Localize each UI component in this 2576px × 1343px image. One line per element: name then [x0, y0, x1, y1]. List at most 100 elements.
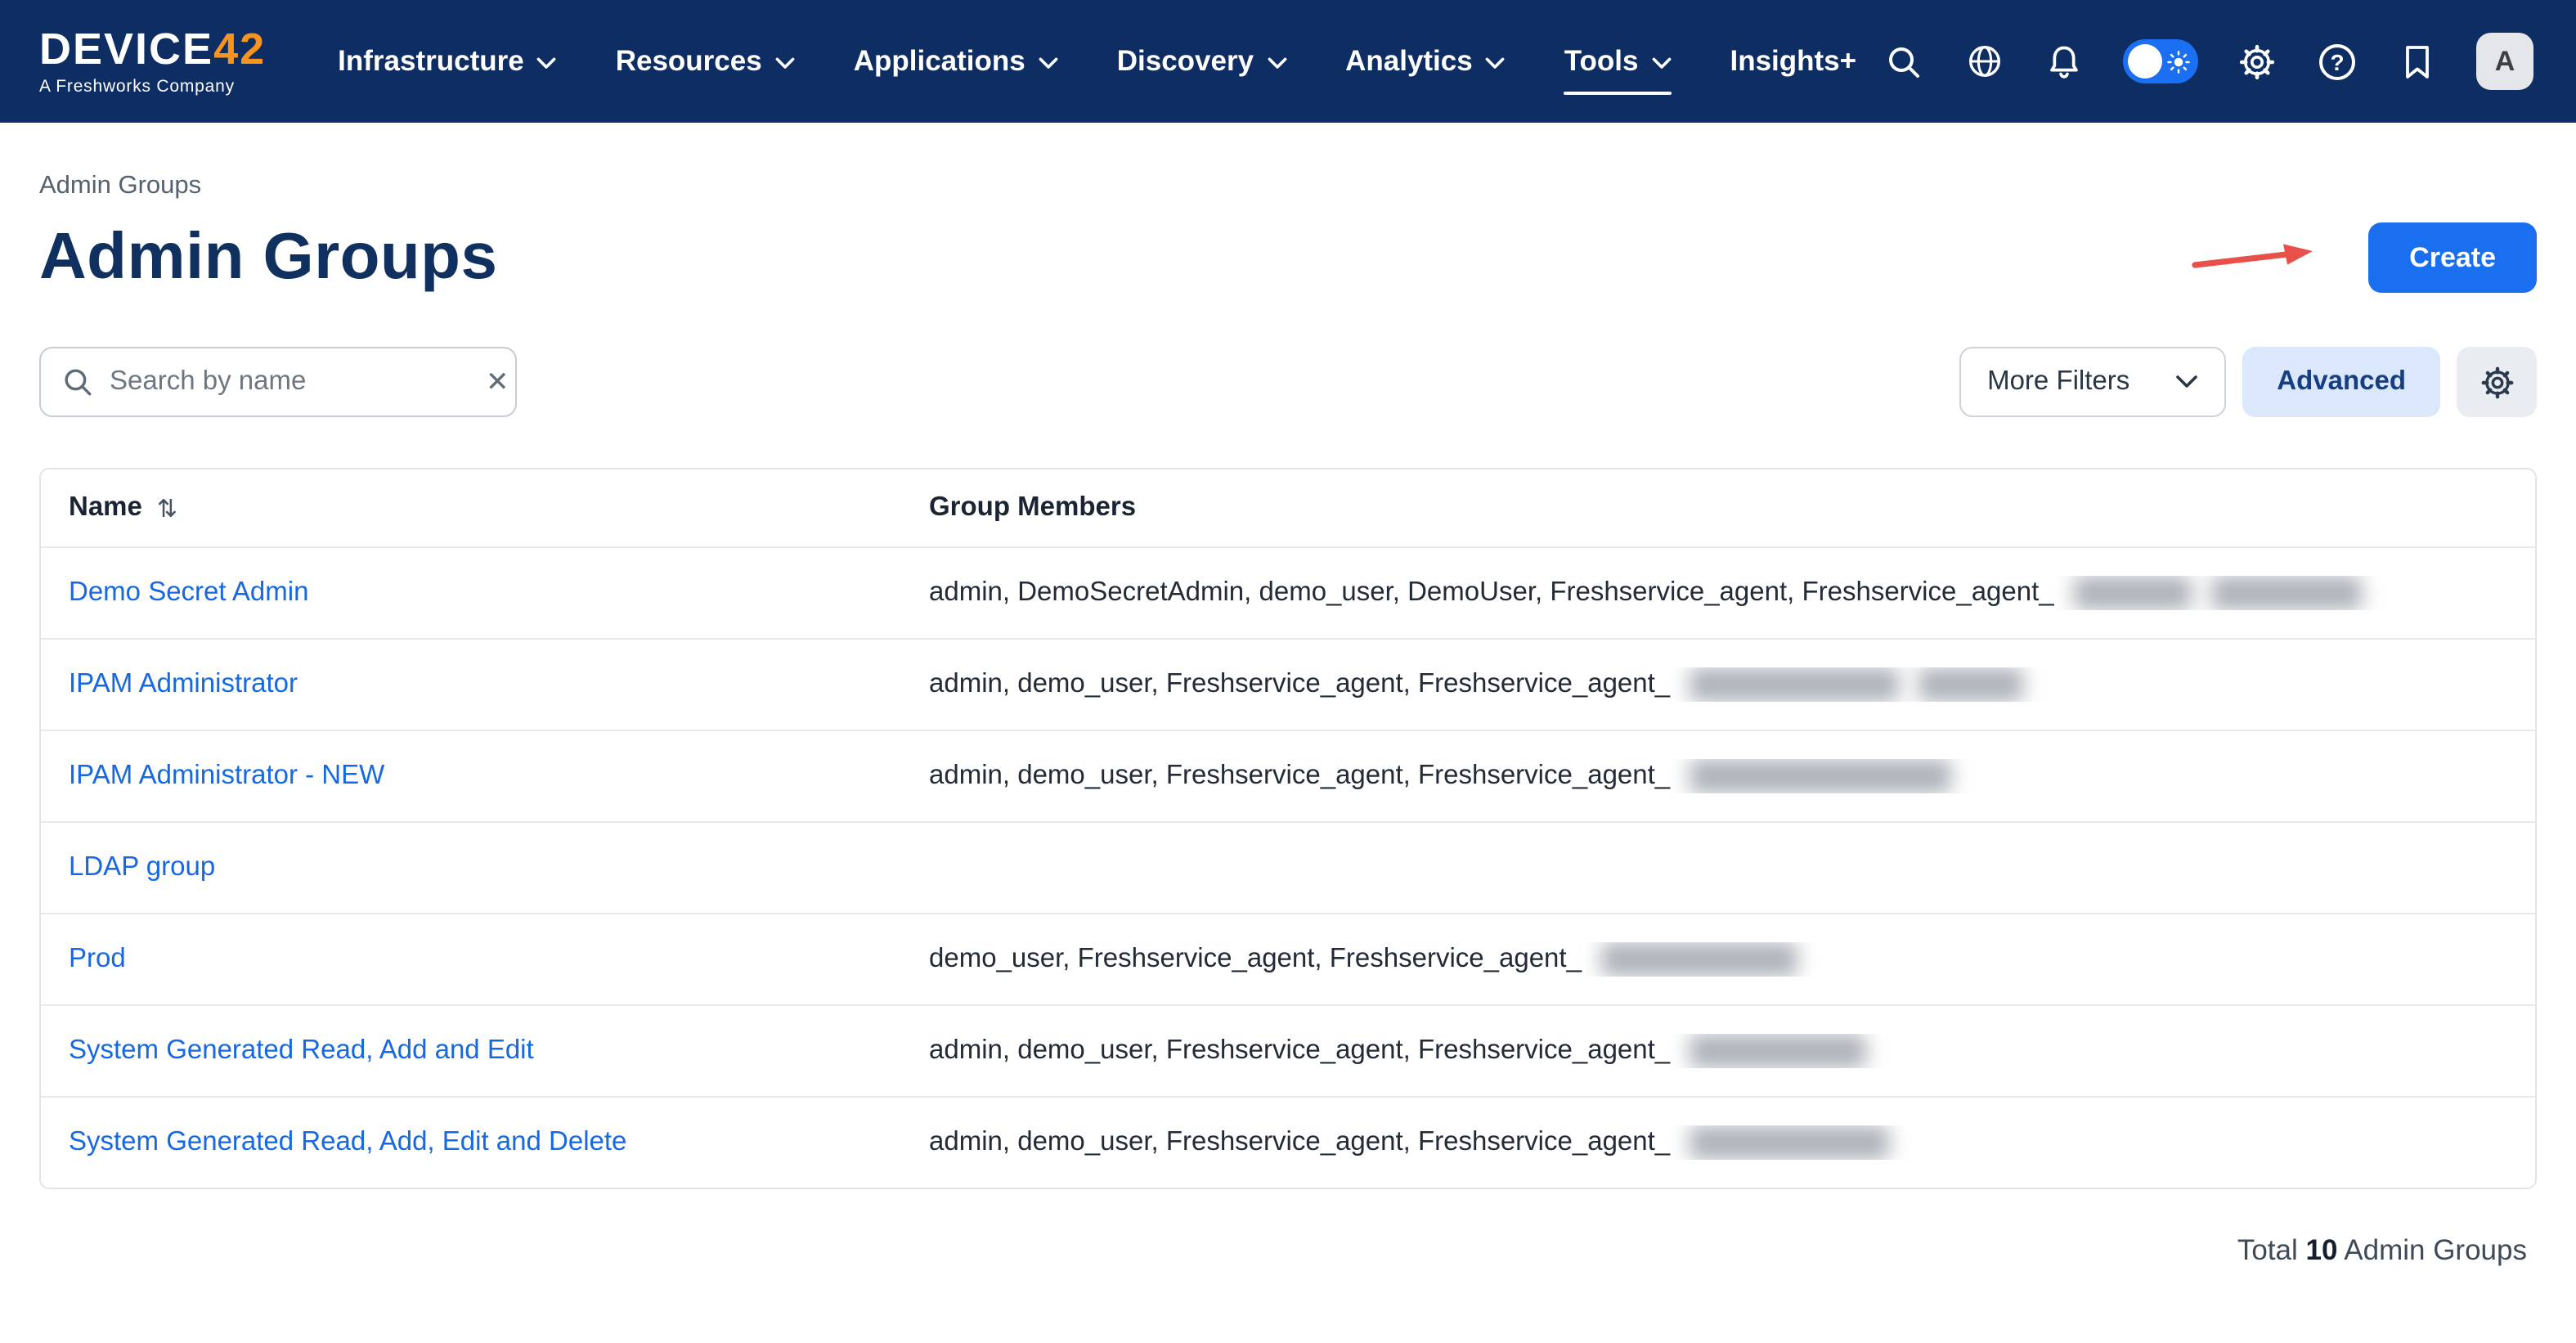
create-area: Create	[2192, 222, 2537, 293]
nav-item-infrastructure[interactable]: Infrastructure	[338, 0, 557, 123]
group-name-link[interactable]: Prod	[69, 944, 126, 975]
nav-item-tools[interactable]: Tools	[1564, 0, 1672, 123]
title-row: Admin Groups Create	[39, 221, 2537, 294]
bookmark-icon[interactable]	[2396, 40, 2439, 83]
search-icon[interactable]	[1883, 40, 1925, 83]
help-icon[interactable]: ?	[2316, 40, 2358, 83]
nav-item-analytics[interactable]: Analytics	[1345, 0, 1506, 123]
table-settings-button[interactable]	[2457, 347, 2537, 417]
device42-logo[interactable]: DEVICE42 A Freshworks Company	[39, 27, 266, 97]
search-input[interactable]	[110, 366, 469, 398]
header-name: Name ⇅	[41, 492, 929, 523]
name-cell: Demo Secret Admin	[41, 577, 929, 609]
group-name-link[interactable]: Demo Secret Admin	[69, 577, 308, 609]
nav-item-label: Discovery	[1117, 44, 1254, 79]
create-button[interactable]: Create	[2368, 222, 2537, 293]
table-row: IPAM Administrator admin, demo_user, Fre…	[41, 638, 2535, 730]
members-text: admin, demo_user, Freshservice_agent, Fr…	[929, 1035, 1670, 1067]
chevron-down-icon	[1486, 56, 1506, 70]
top-navbar: DEVICE42 A Freshworks Company Infrastruc…	[0, 0, 2576, 123]
nav-item-resources[interactable]: Resources	[616, 0, 795, 123]
navbar-actions: ? A	[1883, 33, 2533, 90]
group-members-cell: admin, demo_user, Freshservice_agent, Fr…	[929, 667, 2535, 702]
redacted-members	[1919, 667, 2023, 702]
help-question-mark: ?	[2319, 43, 2355, 79]
members-text: demo_user, Freshservice_agent, Freshserv…	[929, 944, 1582, 975]
group-members-cell: admin, DemoSecretAdmin, demo_user, DemoU…	[929, 576, 2535, 610]
chevron-down-icon	[1651, 56, 1671, 70]
nav-item-label: Insights+	[1730, 44, 1856, 79]
members-text: admin, demo_user, Freshservice_agent, Fr…	[929, 1127, 1670, 1158]
gear-icon	[2479, 364, 2515, 400]
name-cell: System Generated Read, Add, Edit and Del…	[41, 1127, 929, 1158]
group-members-cell: demo_user, Freshservice_agent, Freshserv…	[929, 942, 2535, 977]
admin-groups-table: Name ⇅ Group Members Demo Secret Admin a…	[39, 468, 2537, 1189]
name-cell: System Generated Read, Add and Edit	[41, 1035, 929, 1067]
name-cell: IPAM Administrator - NEW	[41, 761, 929, 792]
logo-wordmark: DEVICE42	[39, 27, 266, 74]
page-title: Admin Groups	[39, 221, 497, 294]
advanced-button[interactable]: Advanced	[2242, 347, 2440, 417]
group-name-link[interactable]: System Generated Read, Add, Edit and Del…	[69, 1127, 626, 1158]
nav-item-label: Resources	[616, 44, 762, 79]
filter-row: ✕ More Filters Advanced	[39, 347, 2537, 417]
redacted-members	[1690, 1034, 1866, 1068]
group-name-link[interactable]: IPAM Administrator - NEW	[69, 761, 384, 792]
group-name-link[interactable]: LDAP group	[69, 852, 215, 883]
more-filters-dropdown[interactable]: More Filters	[1959, 347, 2226, 417]
theme-toggle-knob	[2128, 44, 2162, 79]
table-row: Demo Secret Admin admin, DemoSecretAdmin…	[41, 546, 2535, 638]
chevron-down-icon	[775, 56, 795, 70]
chevron-down-icon	[1267, 56, 1286, 70]
more-filters-label: More Filters	[1987, 366, 2129, 398]
members-text: admin, DemoSecretAdmin, demo_user, DemoU…	[929, 577, 2054, 609]
nav-item-discovery[interactable]: Discovery	[1117, 0, 1286, 123]
sun-icon	[2167, 50, 2190, 73]
group-members-cell: admin, demo_user, Freshservice_agent, Fr…	[929, 1034, 2535, 1068]
total-suffix: Admin Groups	[2344, 1233, 2527, 1266]
globe-icon[interactable]	[1963, 40, 2005, 83]
nav-item-applications[interactable]: Applications	[854, 0, 1058, 123]
table-header-row: Name ⇅ Group Members	[41, 469, 2535, 546]
breadcrumb[interactable]: Admin Groups	[39, 172, 2537, 201]
table-body: Demo Secret Admin admin, DemoSecretAdmin…	[41, 546, 2535, 1188]
nav-item-label: Analytics	[1345, 44, 1473, 79]
avatar[interactable]: A	[2476, 33, 2533, 90]
nav-item-label: Applications	[854, 44, 1025, 79]
table-row: Prod demo_user, Freshservice_agent, Fres…	[41, 913, 2535, 1004]
annotation-arrow	[2192, 241, 2316, 274]
search-box: ✕	[39, 347, 517, 417]
bell-icon[interactable]	[2043, 40, 2085, 83]
total-prefix: Total	[2237, 1233, 2298, 1266]
group-name-link[interactable]: IPAM Administrator	[69, 669, 298, 700]
members-text: admin, demo_user, Freshservice_agent, Fr…	[929, 669, 1670, 700]
redacted-members	[2074, 576, 2192, 610]
search-input-icon	[62, 366, 93, 398]
table-row: System Generated Read, Add and Edit admi…	[41, 1004, 2535, 1096]
members-text: admin, demo_user, Freshservice_agent, Fr…	[929, 761, 1670, 792]
page-root: DEVICE42 A Freshworks Company Infrastruc…	[0, 0, 2576, 1343]
right-filters: More Filters Advanced	[1959, 347, 2537, 417]
group-name-link[interactable]: System Generated Read, Add and Edit	[69, 1035, 534, 1067]
gear-icon[interactable]	[2236, 40, 2278, 83]
table-row: System Generated Read, Add, Edit and Del…	[41, 1096, 2535, 1188]
redacted-members	[1601, 942, 1797, 977]
redacted-members	[1690, 1125, 1889, 1160]
logo-accent-42: 42	[213, 25, 266, 74]
total-number: 10	[2306, 1233, 2338, 1266]
clear-search-icon[interactable]: ✕	[486, 368, 509, 396]
header-name-label: Name	[69, 492, 142, 523]
group-members-cell: admin, demo_user, Freshservice_agent, Fr…	[929, 759, 2535, 793]
table-row: IPAM Administrator - NEW admin, demo_use…	[41, 730, 2535, 821]
theme-toggle[interactable]	[2123, 39, 2198, 83]
logo-tagline: A Freshworks Company	[39, 76, 266, 96]
redacted-members	[2211, 576, 2362, 610]
group-members-cell: admin, demo_user, Freshservice_agent, Fr…	[929, 1125, 2535, 1160]
nav-item-label: Infrastructure	[338, 44, 524, 79]
nav-item-label: Tools	[1564, 44, 1639, 79]
total-count: Total 10 Admin Groups	[39, 1233, 2537, 1268]
nav-item-insights-[interactable]: Insights+	[1730, 0, 1856, 123]
sort-icon[interactable]: ⇅	[157, 493, 177, 523]
redacted-members	[1690, 759, 1951, 793]
table-row: LDAP group	[41, 821, 2535, 913]
